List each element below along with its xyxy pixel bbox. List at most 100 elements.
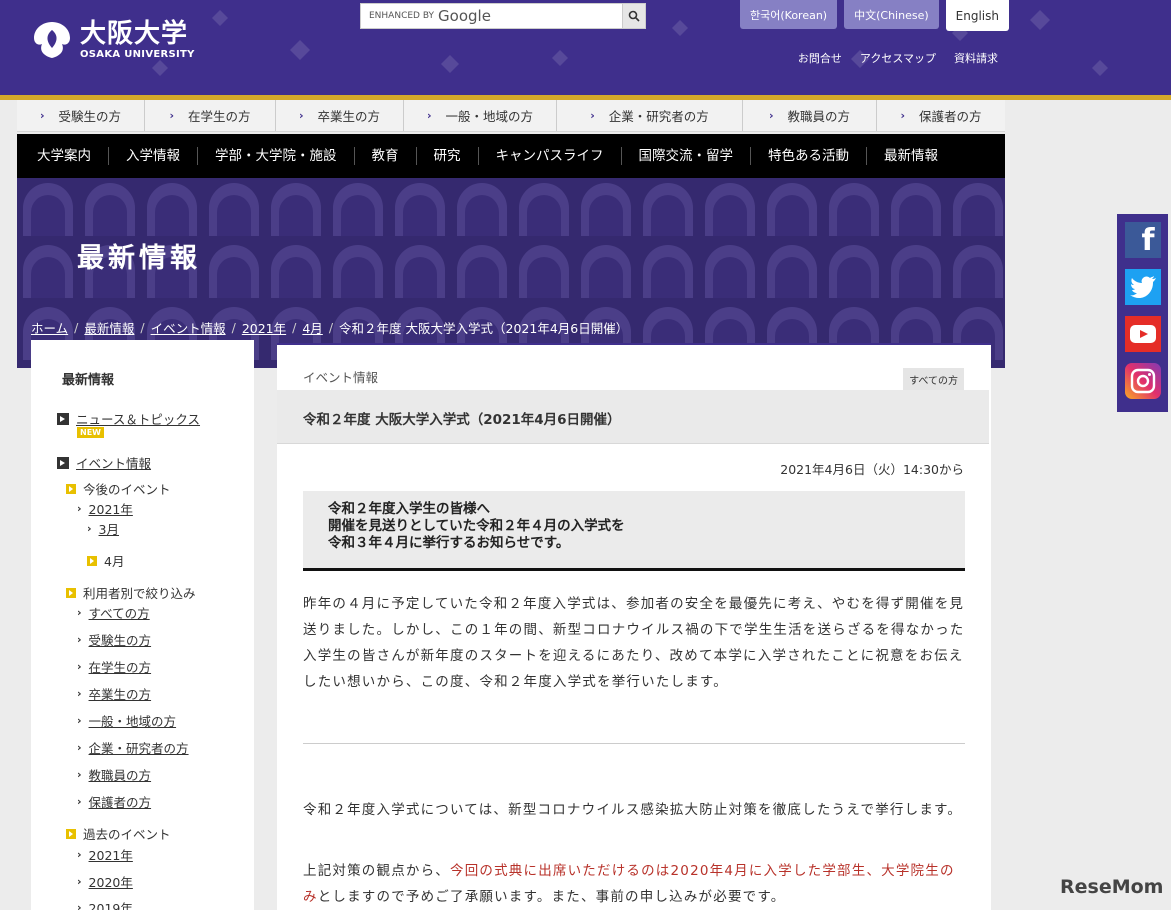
facebook-icon: f bbox=[1141, 223, 1155, 258]
breadcrumb-year[interactable]: 2021年 bbox=[242, 318, 286, 337]
sidebar-item-news[interactable]: ニュース＆トピックス bbox=[57, 409, 200, 428]
arrow-box-icon bbox=[66, 828, 76, 839]
sidebar-link[interactable]: 2020年 bbox=[89, 872, 133, 891]
chevron-right-icon: › bbox=[77, 848, 82, 861]
sidebar-link[interactable]: 一般・地域の方 bbox=[89, 711, 177, 730]
notice-box: 令和２年度入学生の皆様へ 開催を見送りとしていた令和２年４月の入学式を 令和３年… bbox=[303, 491, 965, 571]
sidebar-link[interactable]: すべての方 bbox=[89, 603, 150, 622]
sidebar-filter-prospective[interactable]: › 受験生の方 bbox=[77, 630, 151, 649]
sidebar-filter-alumni[interactable]: › 卒業生の方 bbox=[77, 684, 151, 703]
breadcrumb: ホーム / 最新情報 / イベント情報 / 2021年 / 4月 / 令和２年度 大阪大学… bbox=[31, 318, 628, 337]
nav-about[interactable]: 大学案内 bbox=[17, 147, 109, 165]
lang-korean[interactable]: 한국어(Korean) bbox=[740, 0, 838, 29]
sidebar-filter-business[interactable]: › 企業・研究者の方 bbox=[77, 738, 189, 757]
sidebar-link[interactable]: 2021年 bbox=[89, 499, 133, 518]
audience-business[interactable]: › 企業・研究者の方 bbox=[557, 100, 743, 131]
sidebar-filter-all[interactable]: › すべての方 bbox=[77, 603, 150, 622]
sidebar-link[interactable]: 企業・研究者の方 bbox=[89, 738, 189, 757]
sidebar-link[interactable]: 2019年 bbox=[89, 898, 133, 910]
sidebar-link[interactable]: 卒業生の方 bbox=[89, 684, 152, 703]
sidebar-filter-parents[interactable]: › 保護者の方 bbox=[77, 792, 151, 811]
nav-news[interactable]: 最新情報 bbox=[867, 147, 955, 165]
lang-chinese[interactable]: 中文(Chinese) bbox=[844, 0, 939, 29]
sidebar-item-events[interactable]: イベント情報 bbox=[57, 453, 151, 472]
breadcrumb-news[interactable]: 最新情報 bbox=[84, 318, 134, 337]
nav-education[interactable]: 教育 bbox=[355, 147, 417, 165]
youtube-button[interactable] bbox=[1124, 316, 1161, 352]
article: イベント情報 すべての方 令和２年度 大阪大学入学式（2021年4月6日開催） … bbox=[277, 343, 991, 910]
search-input[interactable]: ENHANCED BY Google bbox=[361, 7, 622, 25]
sidebar-label: 過去のイベント bbox=[83, 827, 171, 842]
chevron-right-icon: › bbox=[77, 768, 82, 781]
nav-research[interactable]: 研究 bbox=[417, 147, 479, 165]
sidebar-link[interactable]: 受験生の方 bbox=[89, 630, 152, 649]
audience-label: 在学生の方 bbox=[188, 109, 251, 124]
twitter-button[interactable] bbox=[1124, 269, 1161, 305]
chevron-right-icon: › bbox=[426, 109, 432, 122]
sidebar-past-2021[interactable]: › 2021年 bbox=[77, 845, 133, 864]
nav-admissions[interactable]: 入学情報 bbox=[109, 147, 198, 165]
audience-students[interactable]: › 在学生の方 bbox=[145, 100, 276, 131]
sidebar-title: 最新情報 bbox=[62, 373, 115, 388]
breadcrumb-home[interactable]: ホーム bbox=[31, 318, 68, 337]
notice-line: 令和２年度入学生の皆様へ bbox=[328, 501, 490, 517]
breadcrumb-current: 令和２年度 大阪大学入学式（2021年4月6日開催） bbox=[339, 321, 629, 336]
university-logo[interactable]: 大阪大学 OSAKA UNIVERSITY bbox=[30, 18, 195, 62]
sidebar-filter-students[interactable]: › 在学生の方 bbox=[77, 657, 151, 676]
nav-activities[interactable]: 特色ある活動 bbox=[751, 147, 867, 165]
audience-public[interactable]: › 一般・地域の方 bbox=[404, 100, 557, 131]
sidebar-link[interactable]: 2021年 bbox=[89, 845, 133, 864]
request-materials-link[interactable]: 資料請求 bbox=[954, 50, 998, 66]
sidebar-item-year-2021[interactable]: › 2021年 bbox=[77, 499, 133, 518]
chevron-right-icon: › bbox=[77, 901, 82, 910]
sidebar-item-march[interactable]: › 3月 bbox=[87, 519, 119, 538]
sidebar-link[interactable]: 教職員の方 bbox=[89, 765, 152, 784]
sidebar-filter-public[interactable]: › 一般・地域の方 bbox=[77, 711, 176, 730]
breadcrumb-events[interactable]: イベント情報 bbox=[151, 318, 226, 337]
chevron-right-icon: › bbox=[77, 606, 82, 619]
event-date: 2021年4月6日（火）14:30から bbox=[780, 462, 964, 477]
sidebar-past-2019[interactable]: › 2019年 bbox=[77, 898, 133, 910]
sidebar-link[interactable]: 在学生の方 bbox=[89, 657, 152, 676]
sidebar-past-2020[interactable]: › 2020年 bbox=[77, 872, 133, 891]
audience-label: 保護者の方 bbox=[919, 109, 982, 124]
nav-schools[interactable]: 学部・大学院・施設 bbox=[198, 147, 355, 165]
sidebar-label: 今後のイベント bbox=[83, 482, 171, 497]
audience-parents[interactable]: › 保護者の方 bbox=[877, 100, 1005, 131]
nav-international[interactable]: 国際交流・留学 bbox=[622, 147, 751, 165]
arrow-box-icon bbox=[66, 587, 76, 598]
chevron-right-icon: › bbox=[77, 687, 82, 700]
search-button[interactable] bbox=[622, 4, 645, 28]
utility-links: お問合せ アクセスマップ 資料請求 bbox=[798, 50, 998, 66]
sidebar-item-april: 4月 bbox=[87, 551, 124, 570]
logo-japanese: 大阪大学 bbox=[80, 18, 189, 49]
sidebar-link[interactable]: イベント情報 bbox=[76, 453, 151, 472]
article-title: 令和２年度 大阪大学入学式（2021年4月6日開催） bbox=[303, 412, 621, 428]
sidebar-label: 4月 bbox=[104, 554, 125, 569]
breadcrumb-separator: / bbox=[140, 320, 145, 335]
audience-label: 卒業生の方 bbox=[317, 109, 381, 124]
logo-english: OSAKA UNIVERSITY bbox=[80, 48, 195, 60]
instagram-button[interactable] bbox=[1124, 363, 1161, 399]
sidebar-item-upcoming: 今後のイベント bbox=[66, 479, 171, 498]
audience-label: 一般・地域の方 bbox=[445, 109, 534, 124]
breadcrumb-separator: / bbox=[292, 320, 297, 335]
instagram-icon bbox=[1130, 368, 1155, 394]
audience-alumni[interactable]: › 卒業生の方 bbox=[276, 100, 404, 131]
contact-link[interactable]: お問合せ bbox=[798, 50, 842, 66]
page-title: 最新情報 bbox=[77, 243, 201, 274]
sidebar-link[interactable]: 保護者の方 bbox=[89, 792, 152, 811]
access-map-link[interactable]: アクセスマップ bbox=[860, 50, 936, 66]
search-brand: Google bbox=[438, 7, 491, 25]
audience-prospective[interactable]: › 受験生の方 bbox=[17, 100, 145, 131]
paragraph-text: としますので予めご了承願います。また、事前の申し込みが必要です。 bbox=[317, 889, 786, 905]
lang-english[interactable]: English bbox=[945, 0, 1009, 31]
breadcrumb-month[interactable]: 4月 bbox=[302, 318, 322, 337]
sidebar-label: 利用者別で絞り込み bbox=[83, 586, 196, 601]
sidebar-filter-staff[interactable]: › 教職員の方 bbox=[77, 765, 151, 784]
nav-campus-life[interactable]: キャンパスライフ bbox=[479, 147, 622, 165]
sidebar-link[interactable]: ニュース＆トピックス bbox=[76, 409, 200, 428]
sidebar-link[interactable]: 3月 bbox=[99, 519, 119, 538]
facebook-button[interactable]: f bbox=[1124, 222, 1161, 258]
audience-staff[interactable]: › 教職員の方 bbox=[743, 100, 877, 131]
